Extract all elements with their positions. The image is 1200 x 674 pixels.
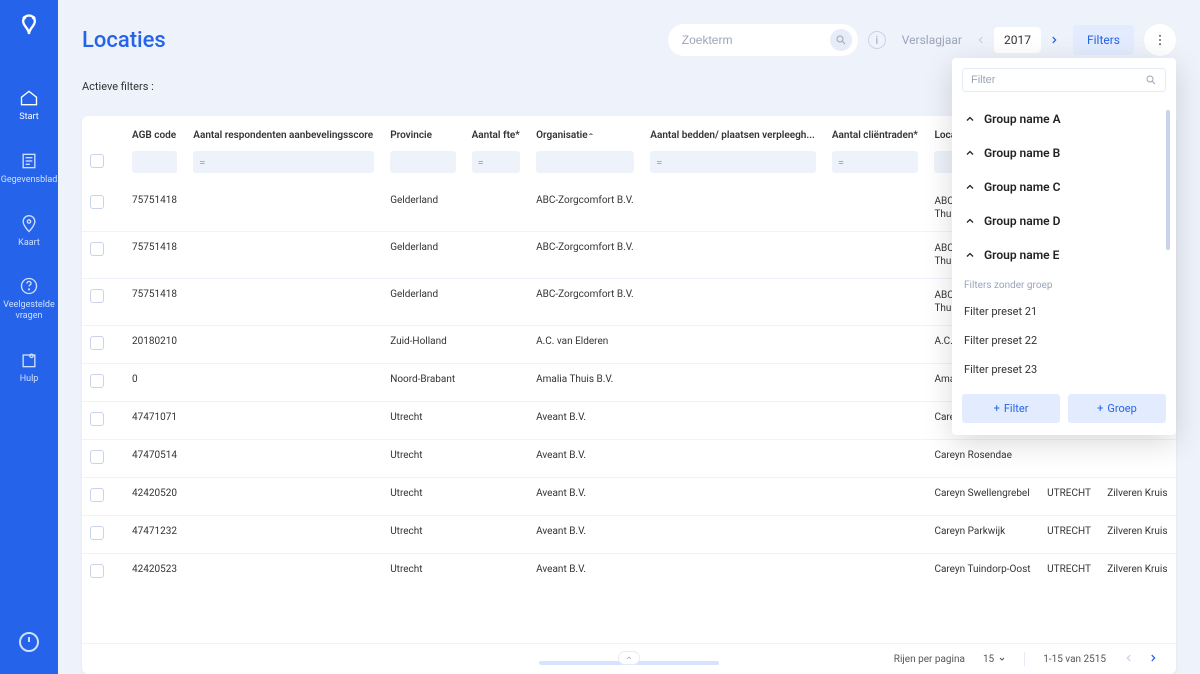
filter-preset[interactable]: Filter preset 22 (962, 326, 1162, 355)
plus-icon: + (1097, 402, 1103, 415)
filter-preset[interactable]: Filter preset 21 (962, 297, 1162, 326)
rows-per-page-label: Rijen per pagina (894, 654, 965, 665)
row-checkbox[interactable] (90, 374, 104, 388)
column-header[interactable]: Aantal bedden/ plaatsen verpleegh... (642, 116, 824, 147)
column-header[interactable]: Organisatie (528, 116, 642, 147)
row-checkbox[interactable] (90, 450, 104, 464)
page-range: 1-15 van 2515 (1043, 654, 1106, 665)
app-logo (15, 12, 43, 40)
section-label: Filters zonder groep (962, 272, 1162, 297)
filter-group[interactable]: Group name B (962, 136, 1162, 170)
filter-preset[interactable]: Filter preset 23 (962, 355, 1162, 384)
add-filter-button[interactable]: + Filter (962, 394, 1060, 423)
column-header[interactable]: Aantal cliëntraden* (824, 116, 927, 147)
table-row[interactable]: 47471232UtrechtAveant B.V.Careyn Parkwij… (82, 516, 1176, 554)
info-icon[interactable]: i (868, 31, 886, 49)
row-checkbox[interactable] (90, 488, 104, 502)
search-box (668, 24, 858, 56)
page-prev[interactable] (1124, 653, 1134, 666)
active-filters-label: Actieve filters : (82, 80, 154, 93)
year-prev[interactable] (972, 31, 990, 49)
year-next[interactable] (1045, 31, 1063, 49)
more-menu[interactable] (1144, 24, 1176, 56)
plus-icon: + (994, 402, 1000, 415)
nav-gegevensblad[interactable]: Gegevensblad (4, 151, 54, 186)
year-value[interactable]: 2017 (994, 27, 1041, 53)
row-checkbox[interactable] (90, 195, 104, 209)
table-row[interactable]: 47470514UtrechtAveant B.V.Careyn Rosenda… (82, 440, 1176, 478)
nav-start[interactable]: Start (4, 88, 54, 123)
row-checkbox[interactable] (90, 412, 104, 426)
table-row[interactable]: 42420523UtrechtAveant B.V.Careyn Tuindor… (82, 554, 1176, 592)
row-checkbox[interactable] (90, 526, 104, 540)
chevron-up-icon (964, 113, 976, 125)
add-group-button[interactable]: + Groep (1068, 394, 1166, 423)
filter-group[interactable]: Group name D (962, 204, 1162, 238)
column-header[interactable]: AGB code (124, 116, 185, 147)
chevron-up-icon (964, 181, 976, 193)
column-filter[interactable] (650, 151, 816, 173)
column-filter[interactable] (472, 151, 521, 173)
column-filter[interactable] (193, 151, 374, 173)
row-checkbox[interactable] (90, 289, 104, 303)
nav-kaart[interactable]: Kaart (4, 214, 54, 249)
chevron-up-icon (618, 651, 640, 665)
column-filter[interactable] (390, 151, 455, 173)
table-row[interactable]: 42420520UtrechtAveant B.V.Careyn Swellen… (82, 478, 1176, 516)
row-checkbox[interactable] (90, 564, 104, 578)
search-icon (1145, 74, 1157, 86)
filter-group[interactable]: Group name A (962, 102, 1162, 136)
chevron-up-icon (964, 215, 976, 227)
column-filter[interactable] (536, 151, 634, 173)
chevron-up-icon (964, 249, 976, 261)
row-checkbox[interactable] (90, 242, 104, 256)
scrollbar[interactable] (1166, 110, 1170, 250)
select-all-checkbox[interactable] (90, 154, 104, 168)
page-next[interactable] (1148, 653, 1158, 666)
year-label: Verslagjaar (902, 33, 962, 47)
nav-hulp[interactable]: Hulp (4, 350, 54, 385)
filter-panel: Group name AGroup name BGroup name CGrou… (952, 58, 1176, 435)
page-title: Locaties (82, 28, 166, 53)
row-checkbox[interactable] (90, 336, 104, 350)
search-icon[interactable] (830, 29, 852, 51)
column-filter[interactable] (832, 151, 919, 173)
column-header[interactable]: Provincie (382, 116, 463, 147)
column-filter[interactable] (132, 151, 177, 173)
chevron-up-icon (964, 147, 976, 159)
filters-button[interactable]: Filters (1073, 25, 1134, 55)
resize-handle[interactable] (529, 656, 729, 670)
power-icon[interactable] (17, 630, 41, 654)
filter-group[interactable]: Group name C (962, 170, 1162, 204)
sidebar: Start Gegevensblad Kaart Veelgestelde vr… (0, 0, 58, 674)
rows-per-page-select[interactable]: 15 (983, 654, 1006, 665)
column-header[interactable]: Aantal fte* (464, 116, 529, 147)
nav-faq[interactable]: Veelgestelde vragen (4, 276, 54, 322)
column-header[interactable]: Aantal respondenten aanbevelingsscore (185, 116, 382, 147)
filter-group[interactable]: Group name E (962, 238, 1162, 272)
filter-search-input[interactable] (971, 74, 1145, 86)
